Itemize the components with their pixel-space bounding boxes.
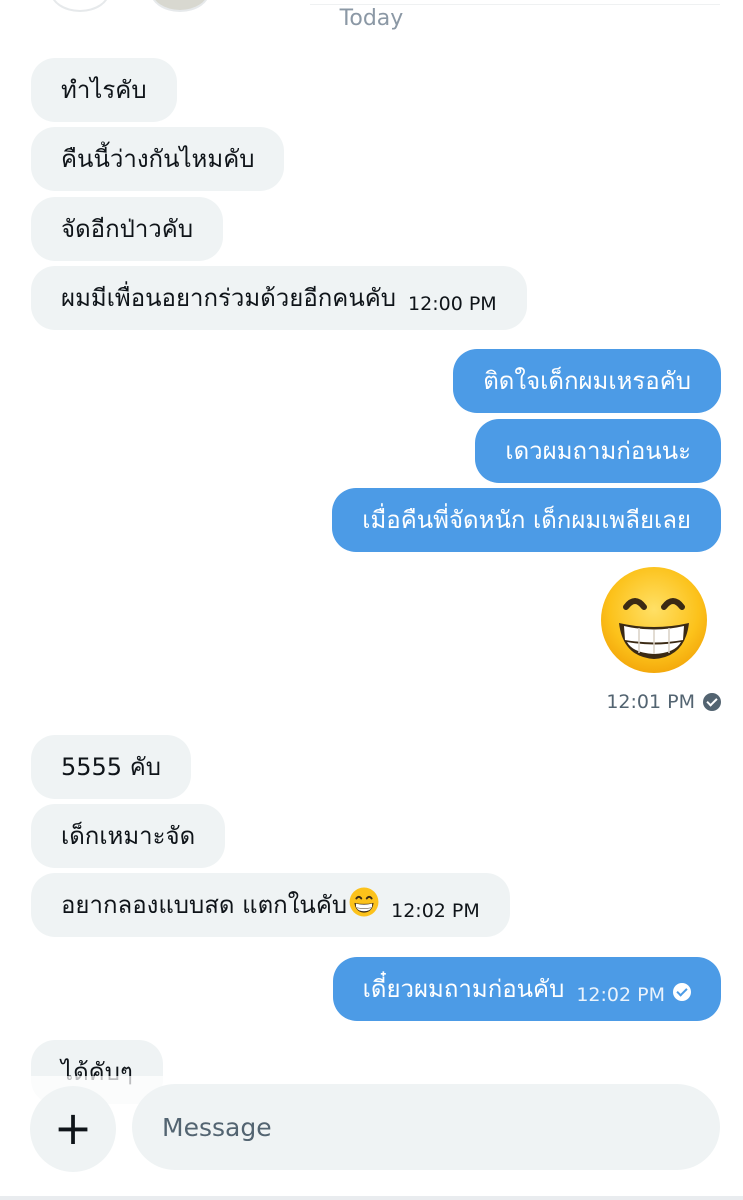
date-separator: Today (339, 6, 404, 31)
plus-icon: + (53, 1101, 93, 1155)
header-divider (310, 0, 720, 5)
message-text: เด็กเหมาะจัด (61, 822, 196, 850)
message-text: เดี๋ยวผมถามก่อนคับ (362, 975, 565, 1003)
message-text: คืนนี้ว่างกันไหมคับ (61, 145, 255, 173)
message-text: อยากลองแบบสด แตกในคับ (61, 891, 348, 919)
message-bubble-outgoing[interactable]: เมื่อคืนพี่จัดหนัก เด็กผมเพลียเลย (332, 488, 721, 552)
add-attachment-button[interactable]: + (30, 1086, 116, 1172)
message-text: เดวผมถามก่อนนะ (505, 437, 691, 465)
message-bubble-incoming[interactable]: ผมมีเพื่อนอยากร่วมด้วยอีกคนคับ 12:00 PM (31, 266, 527, 330)
message-timestamp: 12:02 PM (391, 900, 480, 922)
message-status: 12:01 PM (606, 690, 721, 713)
read-receipt-icon (703, 693, 721, 711)
grinning-face-with-smiling-eyes-icon (349, 887, 379, 917)
message-input[interactable] (132, 1084, 720, 1170)
message-bubble-outgoing[interactable]: เดวผมถามก่อนนะ (475, 419, 721, 483)
message-text: เมื่อคืนพี่จัดหนัก เด็กผมเพลียเลย (362, 506, 691, 534)
bottom-divider (0, 1196, 743, 1200)
message-bubble-incoming[interactable]: ทำไรคับ (31, 58, 177, 122)
message-bubble-outgoing[interactable]: เดี๋ยวผมถามก่อนคับ 12:02 PM (332, 957, 721, 1021)
grinning-face-with-smiling-eyes-icon[interactable] (599, 565, 709, 675)
message-text: จัดอีกป่าวคับ (61, 215, 194, 243)
message-timestamp: 12:02 PM (576, 984, 665, 1006)
message-bubble-incoming[interactable]: จัดอีกป่าวคับ (31, 197, 224, 261)
message-bubble-incoming[interactable]: คืนนี้ว่างกันไหมคับ (31, 127, 285, 191)
message-timestamp: 12:00 PM (408, 293, 497, 315)
message-text: ทำไรคับ (61, 76, 147, 104)
message-timestamp: 12:01 PM (606, 691, 695, 713)
message-bubble-incoming[interactable]: อยากลองแบบสด แตกในคับ 12:02 PM (31, 873, 510, 937)
message-text: ติดใจเด็กผมเหรอคับ (483, 367, 691, 395)
read-receipt-icon (673, 983, 691, 1001)
message-text: 5555 คับ (61, 753, 161, 781)
message-bubble-outgoing[interactable]: ติดใจเด็กผมเหรอคับ (453, 349, 721, 413)
message-bubble-incoming[interactable]: 5555 คับ (31, 735, 191, 799)
message-bubble-incoming[interactable]: เด็กเหมาะจัด (31, 804, 226, 868)
message-text: ผมมีเพื่อนอยากร่วมด้วยอีกคนคับ (61, 284, 397, 312)
dm-conversation: Today ทำไรคับ คืนนี้ว่างกันไหมคับ จัดอีก… (0, 0, 743, 1200)
